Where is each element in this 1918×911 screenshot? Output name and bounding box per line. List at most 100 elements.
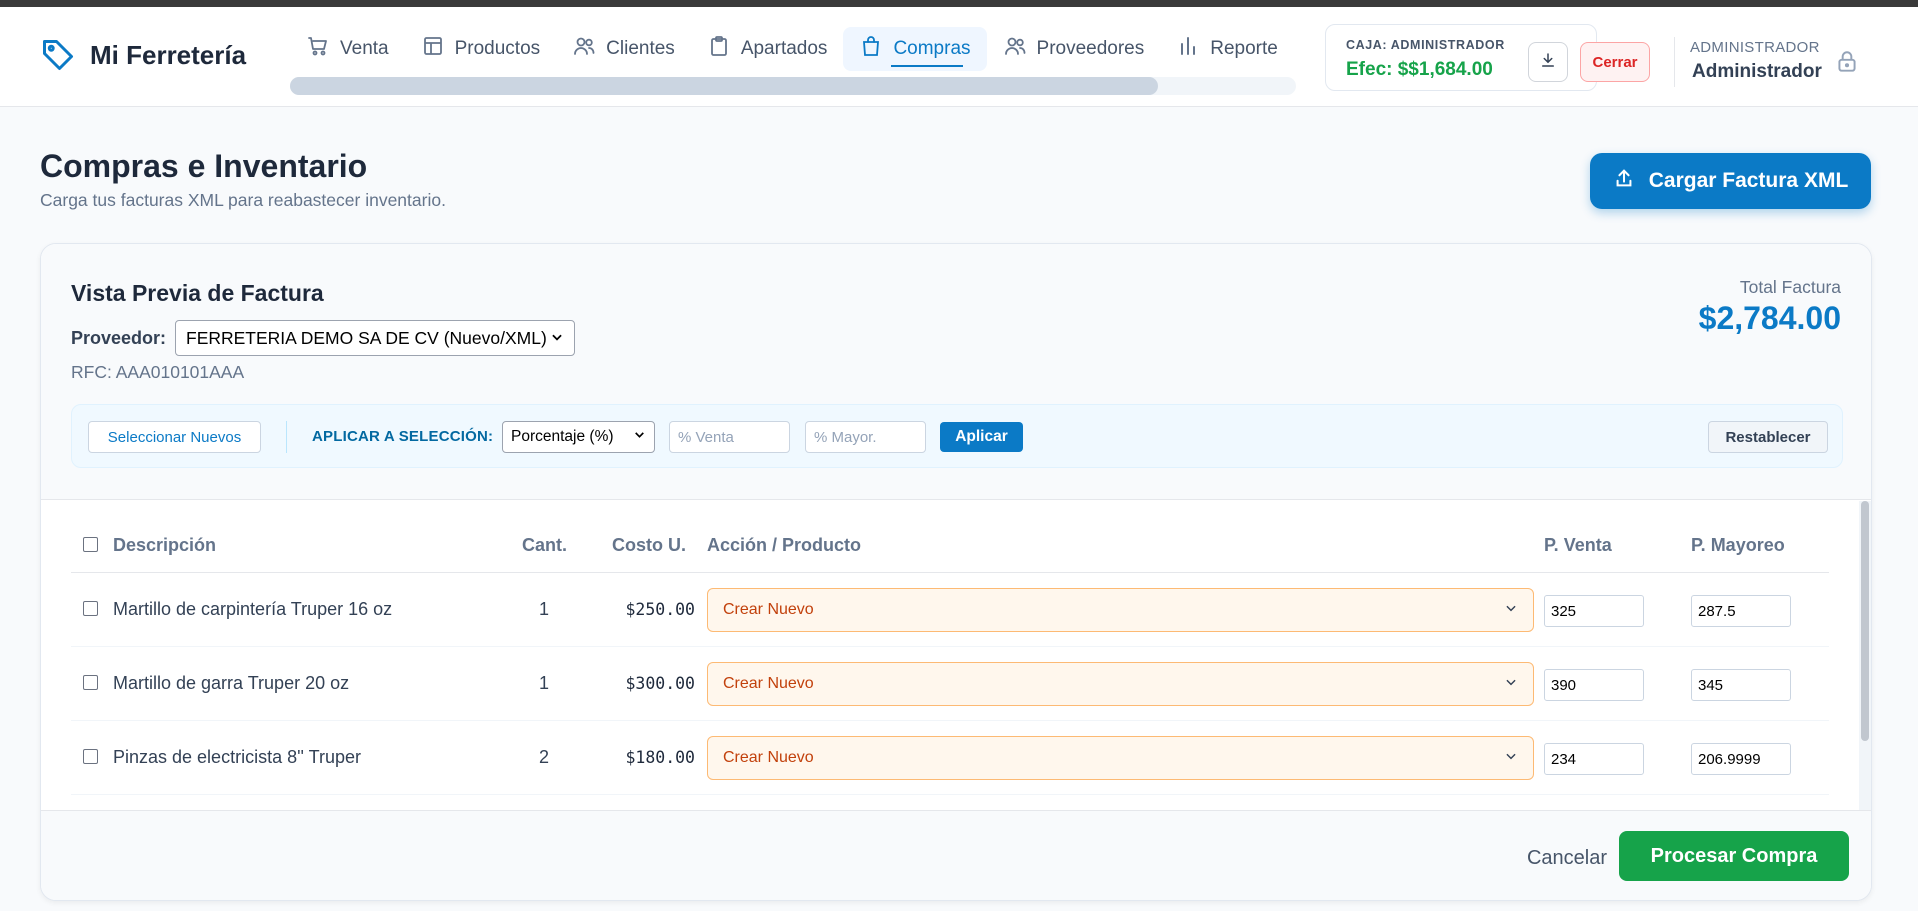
col-descripcion: Descripción xyxy=(113,535,217,555)
bulk-pricing-toolbar: Seleccionar Nuevos APLICAR A SELECCIÓN: … xyxy=(71,404,1843,468)
pricing-mode-value: Porcentaje (%) xyxy=(511,428,614,445)
invoice-preview-title: Vista Previa de Factura xyxy=(71,280,324,306)
page-subtitle: Carga tus facturas XML para reabastecer … xyxy=(40,190,446,210)
nav-item-clientes[interactable]: Clientes xyxy=(556,27,691,71)
item-quantity: 2 xyxy=(538,747,549,767)
table-row: Martillo de garra Truper 20 oz 1 $300.00… xyxy=(71,647,1829,721)
col-accion: Acción / Producto xyxy=(707,535,862,555)
nav-item-label: Apartados xyxy=(740,38,828,59)
upload-label: Cargar Factura XML xyxy=(1648,169,1849,192)
bar-chart-icon xyxy=(1176,34,1200,64)
caja-amount: Efec: $$1,684.00 xyxy=(1346,59,1493,80)
nav-item-label: Compras xyxy=(893,38,971,59)
product-action-value: Crear Nuevo xyxy=(723,601,814,618)
wholesale-price-input[interactable]: 345 xyxy=(1691,669,1791,701)
nav-scrollbar[interactable] xyxy=(290,77,1296,95)
col-p-venta: P. Venta xyxy=(1544,535,1612,555)
upload-xml-button[interactable]: Cargar Factura XML xyxy=(1590,153,1871,209)
cart-icon xyxy=(306,34,330,64)
provider-label: Proveedor: xyxy=(71,328,167,348)
process-purchase-button[interactable]: Procesar Compra xyxy=(1619,831,1849,881)
invoice-total-value: $2,784.00 xyxy=(1698,300,1841,336)
nav-item-venta[interactable]: Venta xyxy=(290,27,405,71)
wholesale-price-input[interactable]: 206.9999 xyxy=(1691,743,1791,775)
toolbar-divider xyxy=(286,421,287,453)
sale-price-input[interactable]: 234 xyxy=(1544,743,1644,775)
invoice-preview-card: Vista Previa de Factura Proveedor: FERRE… xyxy=(40,243,1872,901)
chevron-down-icon xyxy=(633,428,646,446)
product-action-select[interactable]: Crear Nuevo xyxy=(707,588,1534,632)
nav-item-label: Productos xyxy=(454,38,541,59)
row-checkbox[interactable] xyxy=(83,675,98,690)
provider-select[interactable]: FERRETERIA DEMO SA DE CV (Nuevo/XML) xyxy=(175,320,575,356)
col-cantidad: Cant. xyxy=(522,535,567,555)
nav-item-proveedores[interactable]: Proveedores xyxy=(987,27,1161,71)
brand-title: Mi Ferretería xyxy=(90,39,247,70)
table-header: Descripción Cant. Costo U. Acción / Prod… xyxy=(71,501,1829,573)
upload-icon xyxy=(1613,167,1635,195)
nav-item-label: Clientes xyxy=(606,38,675,59)
nav-item-compras[interactable]: Compras xyxy=(843,27,987,71)
card-footer: Cancelar Procesar Compra xyxy=(41,810,1871,900)
row-checkbox[interactable] xyxy=(83,601,98,616)
col-p-mayoreo: P. Mayoreo xyxy=(1691,535,1785,555)
apply-to-selection-label: APLICAR A SELECCIÓN: xyxy=(312,428,494,445)
item-description: Martillo de garra Truper 20 oz xyxy=(113,673,350,693)
users-icon xyxy=(1003,34,1027,64)
pricing-mode-select[interactable]: Porcentaje (%) xyxy=(502,421,655,453)
percent-mayoreo-input[interactable]: % Mayor. xyxy=(805,421,926,453)
select-new-button[interactable]: Seleccionar Nuevos xyxy=(88,421,261,453)
wholesale-price-input[interactable]: 287.5 xyxy=(1691,595,1791,627)
nav-item-label: Proveedores xyxy=(1036,38,1145,59)
cash-register-panel: CAJA: ADMINISTRADOR Efec: $$1,684.00 Cer… xyxy=(1325,24,1650,91)
app-header: Mi Ferretería Venta Productos Clientes A… xyxy=(0,7,1918,107)
apply-button[interactable]: Aplicar xyxy=(940,422,1023,452)
invoice-header: Vista Previa de Factura Proveedor: FERRE… xyxy=(41,244,1871,500)
reset-button[interactable]: Restablecer xyxy=(1708,421,1828,453)
product-action-select[interactable]: Crear Nuevo xyxy=(707,736,1534,780)
table-scrollbar-thumb[interactable] xyxy=(1861,501,1869,741)
user-role: ADMINISTRADOR xyxy=(1690,39,1820,56)
chevron-down-icon xyxy=(1504,675,1518,694)
sale-price-input[interactable]: 390 xyxy=(1544,669,1644,701)
item-unit-cost: $180.00 xyxy=(625,748,695,767)
nav-scrollbar-thumb[interactable] xyxy=(290,77,1158,95)
product-action-select[interactable]: Crear Nuevo xyxy=(707,662,1534,706)
window-top-strip xyxy=(0,0,1918,7)
user-name: Administrador xyxy=(1692,61,1822,82)
item-unit-cost: $250.00 xyxy=(625,600,695,619)
col-costo: Costo U. xyxy=(612,535,686,555)
item-unit-cost: $300.00 xyxy=(625,674,695,693)
product-action-value: Crear Nuevo xyxy=(723,749,814,766)
download-button[interactable] xyxy=(1528,42,1568,82)
item-description: Pinzas de electricista 8'' Truper xyxy=(113,747,361,767)
item-quantity: 1 xyxy=(538,599,549,619)
tag-icon xyxy=(40,37,76,73)
page-title: Compras e Inventario xyxy=(40,148,368,184)
nav-item-productos[interactable]: Productos xyxy=(405,27,557,71)
brand[interactable]: Mi Ferretería xyxy=(40,37,246,73)
shopping-bag-icon xyxy=(859,34,883,64)
lock-icon[interactable] xyxy=(1834,49,1860,75)
nav-item-label: Venta xyxy=(340,38,389,59)
chevron-down-icon xyxy=(1504,601,1518,620)
table-scrollbar[interactable] xyxy=(1859,501,1871,814)
sale-price-input[interactable]: 325 xyxy=(1544,595,1644,627)
nav-item-apartados[interactable]: Apartados xyxy=(691,27,844,71)
nav-item-reporte[interactable]: Reporte xyxy=(1160,27,1294,71)
close-register-button[interactable]: Cerrar xyxy=(1580,42,1650,82)
users-icon xyxy=(572,34,596,64)
item-quantity: 1 xyxy=(538,673,549,693)
header-divider xyxy=(1674,37,1675,87)
provider-value: FERRETERIA DEMO SA DE CV (Nuevo/XML) xyxy=(186,327,547,348)
select-all-checkbox[interactable] xyxy=(83,537,98,552)
download-icon xyxy=(1539,51,1557,74)
main-nav: Venta Productos Clientes Apartados Compr… xyxy=(290,27,1296,99)
invoice-items-table: Descripción Cant. Costo U. Acción / Prod… xyxy=(41,501,1871,814)
table-row: Martillo de carpintería Truper 16 oz 1 $… xyxy=(71,573,1829,647)
caja-label: CAJA: ADMINISTRADOR xyxy=(1346,38,1505,52)
clipboard-icon xyxy=(707,34,731,64)
row-checkbox[interactable] xyxy=(83,749,98,764)
percent-venta-input[interactable]: % Venta xyxy=(669,421,790,453)
invoice-total-label: Total Factura xyxy=(1739,277,1841,297)
